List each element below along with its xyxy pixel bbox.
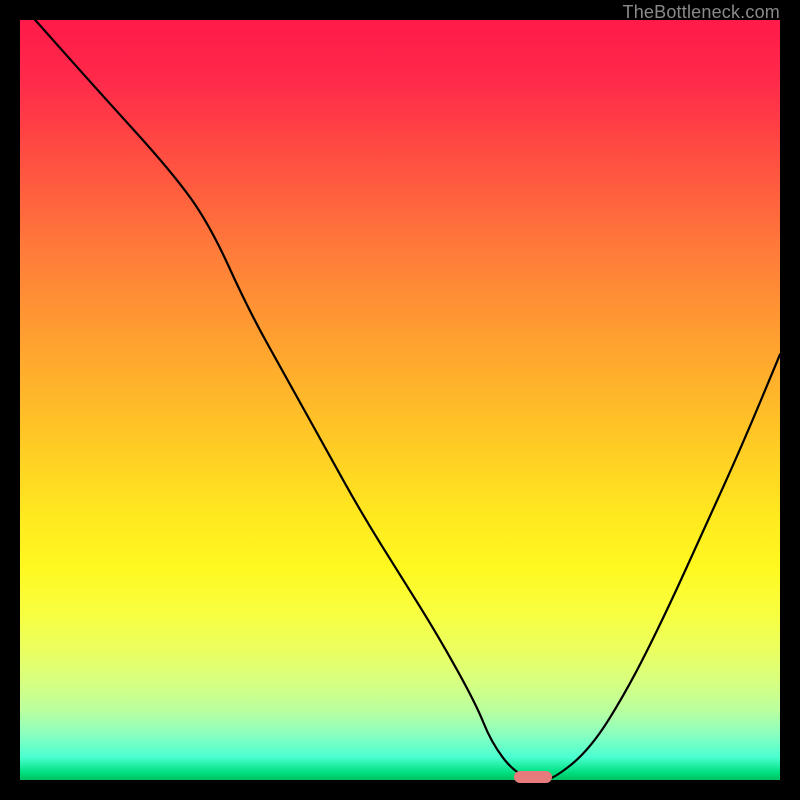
chart-container: TheBottleneck.com bbox=[0, 0, 800, 800]
optimal-marker bbox=[514, 771, 552, 783]
plot-area bbox=[20, 20, 780, 780]
bottleneck-curve bbox=[20, 20, 780, 780]
